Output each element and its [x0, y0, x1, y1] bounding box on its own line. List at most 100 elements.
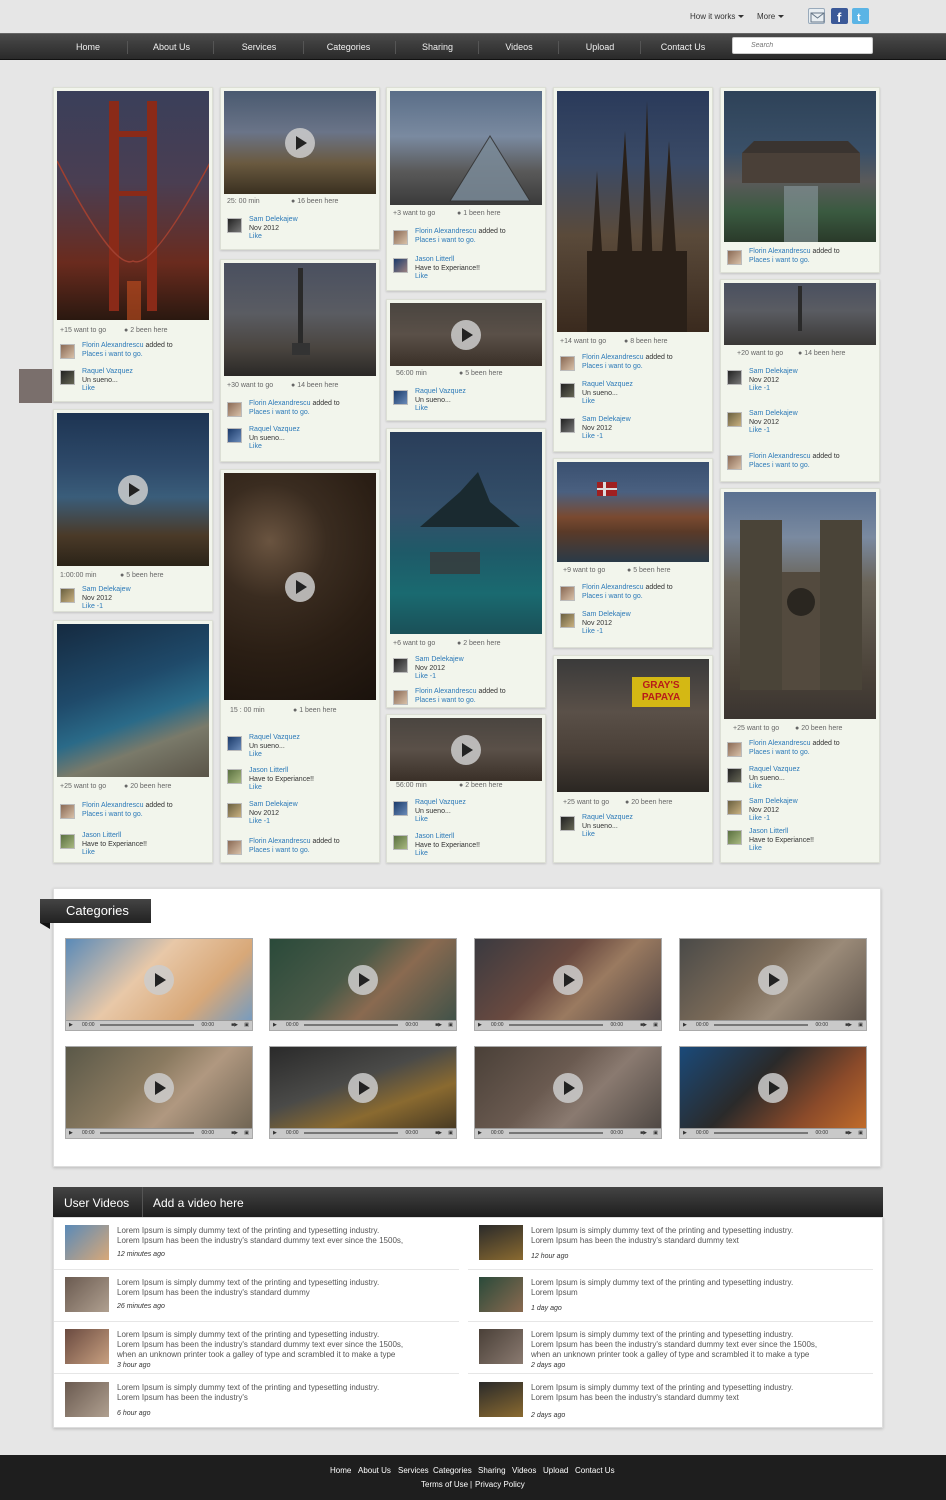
like-link[interactable]: Like — [749, 783, 762, 790]
mail-icon[interactable] — [808, 8, 825, 24]
avatar[interactable] — [393, 390, 408, 405]
avatar[interactable] — [60, 804, 75, 819]
video-controls[interactable]: ▶ 00:00 00:00 ■▶ ▣ — [270, 1020, 456, 1030]
video-controls[interactable]: ▶ 00:00 00:00 ■▶ ▣ — [270, 1128, 456, 1138]
board-link[interactable]: Places i want to go. — [249, 847, 310, 854]
video-thumbnail[interactable] — [65, 1329, 109, 1364]
volume-icon[interactable]: ■▶ — [435, 1130, 442, 1136]
user-link[interactable]: Sam Delekajew — [415, 656, 464, 663]
pin-card[interactable]: 25: 00 min ● 16 been here Sam Delekajew … — [220, 87, 380, 250]
play-control-icon[interactable]: ▶ — [69, 1022, 73, 1028]
user-link[interactable]: Raquel Vazquez — [415, 799, 466, 806]
video-thumbnail[interactable] — [479, 1225, 523, 1260]
progress-bar[interactable] — [714, 1024, 808, 1026]
avatar[interactable] — [393, 690, 408, 705]
board-link[interactable]: Places i want to go. — [249, 409, 310, 416]
pin-card[interactable]: 56:00 min ● 2 been here Raquel Vazquez U… — [386, 714, 546, 863]
nav-home[interactable]: Home — [55, 34, 121, 61]
category-video[interactable]: ▶ 00:00 00:00 ■▶ ▣ — [679, 938, 867, 1031]
pin-card[interactable]: +15 want to go ● 2 been here Florin Alex… — [53, 87, 213, 402]
user-link[interactable]: Jason Litterll — [749, 828, 788, 835]
volume-icon[interactable]: ■▶ — [640, 1130, 647, 1136]
play-icon[interactable] — [144, 964, 174, 995]
pin-card[interactable]: +6 want to go ● 2 been here Sam Delekaje… — [386, 428, 546, 708]
user-link[interactable]: Raquel Vazquez — [249, 426, 300, 433]
category-video[interactable]: ▶ 00:00 00:00 ■▶ ▣ — [269, 938, 457, 1031]
volume-icon[interactable]: ■▶ — [845, 1022, 852, 1028]
play-control-icon[interactable]: ▶ — [273, 1022, 277, 1028]
play-control-icon[interactable]: ▶ — [683, 1022, 687, 1028]
tab-user-videos[interactable]: User Videos — [64, 1196, 129, 1210]
like-link[interactable]: Like -1 — [582, 628, 603, 635]
user-link[interactable]: Jason Litterll — [249, 767, 288, 774]
board-link[interactable]: Places i want to go. — [749, 749, 810, 756]
play-icon[interactable] — [285, 571, 315, 602]
user-link[interactable]: Jason Litterll — [82, 832, 121, 839]
play-icon[interactable] — [285, 127, 315, 158]
board-link[interactable]: Places i want to go. — [582, 363, 643, 370]
play-control-icon[interactable]: ▶ — [478, 1130, 482, 1136]
resort-video-thumb[interactable] — [57, 413, 209, 566]
avatar[interactable] — [560, 383, 575, 398]
pin-card[interactable]: GRAY'S PAPAYA +25 want to go ● 20 been h… — [553, 655, 713, 863]
play-icon[interactable] — [553, 964, 583, 995]
volume-icon[interactable]: ■▶ — [435, 1022, 442, 1028]
board-link[interactable]: Places i want to go. — [749, 257, 810, 264]
video-thumbnail[interactable] — [479, 1329, 523, 1364]
user-link[interactable]: Florin Alexandrescu added to — [582, 584, 673, 591]
volume-icon[interactable]: ■▶ — [845, 1130, 852, 1136]
category-video[interactable]: ▶ 00:00 00:00 ■▶ ▣ — [65, 1046, 253, 1139]
user-link[interactable]: Sam Delekajew — [749, 798, 798, 805]
category-video[interactable]: ▶ 00:00 00:00 ■▶ ▣ — [474, 1046, 662, 1139]
sphinx-video-thumb[interactable] — [224, 91, 376, 194]
avatar[interactable] — [227, 402, 242, 417]
fullscreen-icon[interactable]: ▣ — [244, 1130, 249, 1136]
progress-bar[interactable] — [509, 1024, 603, 1026]
user-link[interactable]: Florin Alexandrescu added to — [749, 453, 840, 460]
pin-card[interactable]: Florin Alexandrescu added to Places i wa… — [720, 87, 880, 273]
user-link[interactable]: Florin Alexandrescu added to — [749, 248, 840, 255]
like-link[interactable]: Like — [415, 816, 428, 823]
pin-card[interactable]: +9 want to go ● 5 been here Florin Alexa… — [553, 458, 713, 648]
footer-link-contact-us[interactable]: Contact Us — [575, 1466, 615, 1475]
like-link[interactable]: Like — [249, 784, 262, 791]
avatar[interactable] — [227, 803, 242, 818]
user-link[interactable]: Jason Litterll — [415, 256, 454, 263]
user-link[interactable]: Raquel Vazquez — [582, 381, 633, 388]
like-link[interactable]: Like — [582, 831, 595, 838]
video-thumbnail[interactable] — [65, 1277, 109, 1312]
search-input[interactable] — [732, 37, 873, 54]
category-video[interactable]: ▶ 00:00 00:00 ■▶ ▣ — [269, 1046, 457, 1139]
like-link[interactable]: Like — [249, 751, 262, 758]
board-link[interactable]: Places i want to go. — [582, 593, 643, 600]
pin-card[interactable]: +25 want to go ● 20 been here Florin Ale… — [720, 488, 880, 863]
avatar[interactable] — [727, 455, 742, 470]
video-thumbnail[interactable] — [65, 1382, 109, 1417]
progress-bar[interactable] — [100, 1024, 194, 1026]
like-link[interactable]: Like -1 — [415, 673, 436, 680]
avatar[interactable] — [227, 840, 242, 855]
avatar[interactable] — [393, 230, 408, 245]
category-video[interactable]: ▶ 00:00 00:00 ■▶ ▣ — [679, 1046, 867, 1139]
nav-categories[interactable]: Categories — [308, 34, 389, 61]
user-link[interactable]: Sam Delekajew — [582, 611, 631, 618]
video-thumbnail[interactable] — [479, 1382, 523, 1417]
pin-card[interactable]: 15 : 00 min ● 1 been here Raquel Vazquez… — [220, 469, 380, 863]
category-video[interactable]: ▶ 00:00 00:00 ■▶ ▣ — [65, 938, 253, 1031]
user-video-item[interactable]: Lorem Ipsum is simply dummy text of the … — [54, 1270, 459, 1322]
board-link[interactable]: Places i want to go. — [415, 697, 476, 704]
user-link[interactable]: Raquel Vazquez — [749, 766, 800, 773]
footer-link-about-us[interactable]: About Us — [358, 1466, 391, 1475]
privacy-link[interactable]: Privacy Policy — [475, 1480, 525, 1489]
avatar[interactable] — [60, 588, 75, 603]
footer-link-upload[interactable]: Upload — [543, 1466, 568, 1475]
user-link[interactable]: Sam Delekajew — [582, 416, 631, 423]
like-link[interactable]: Like — [582, 398, 595, 405]
user-video-item[interactable]: Lorem Ipsum is simply dummy text of the … — [54, 1322, 459, 1374]
facebook-icon[interactable]: f — [831, 8, 848, 25]
footer-link-home[interactable]: Home — [330, 1466, 351, 1475]
avatar[interactable] — [727, 800, 742, 815]
avatar[interactable] — [227, 736, 242, 751]
catacombs-video-thumb[interactable] — [224, 473, 376, 700]
play-control-icon[interactable]: ▶ — [69, 1130, 73, 1136]
